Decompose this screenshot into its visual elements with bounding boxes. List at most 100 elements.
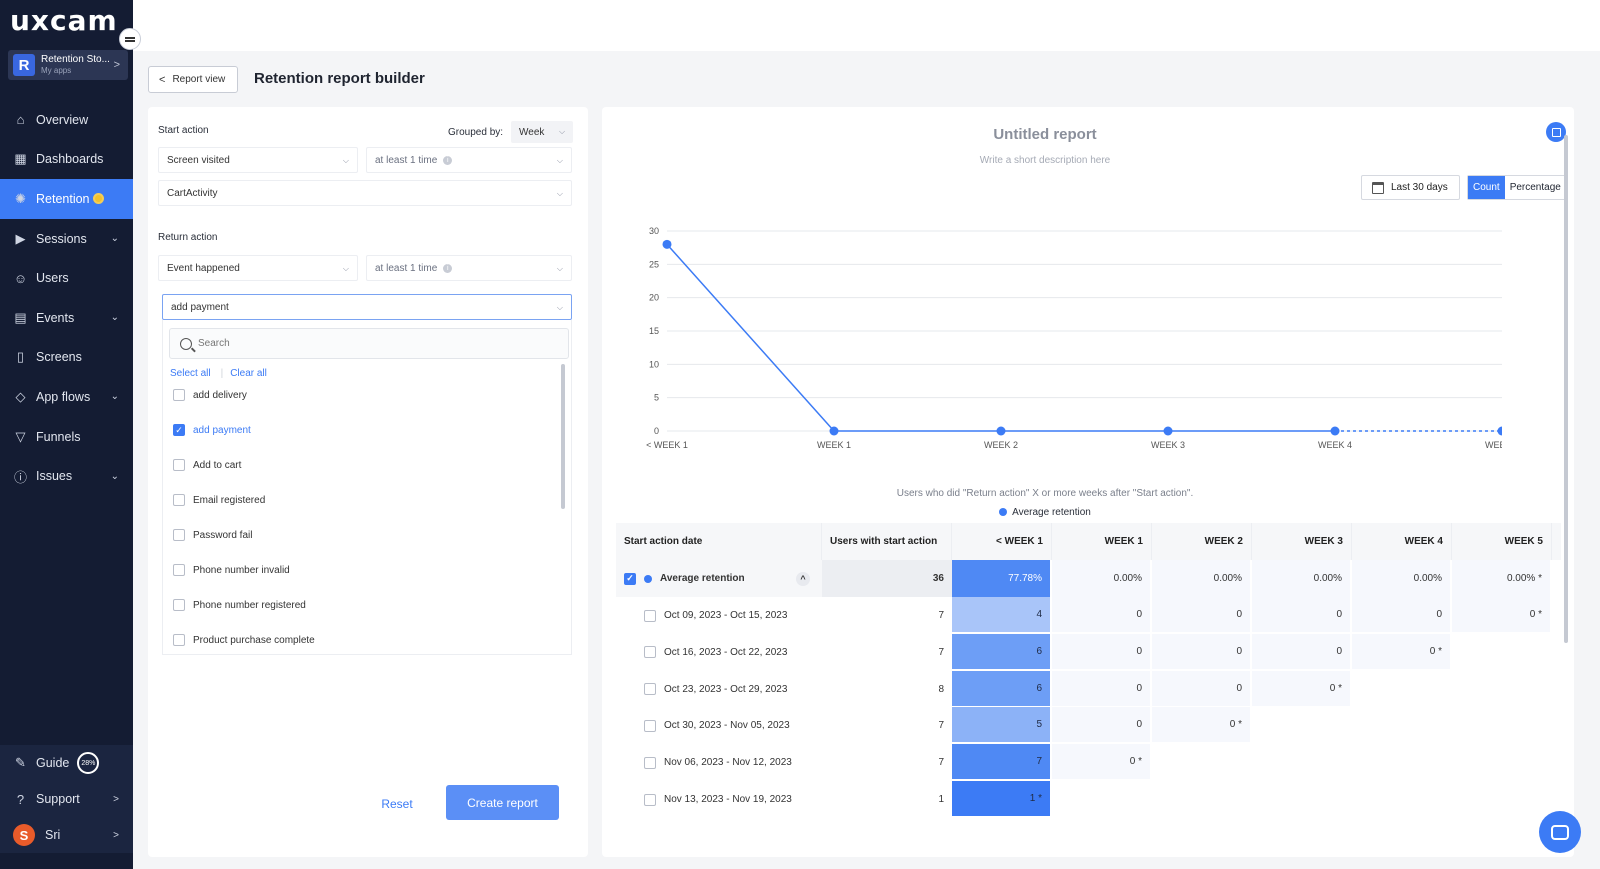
return-action-frequency-select[interactable]: at least 1 time i ⌵ [366,255,572,281]
retention-cell[interactable]: 0 [1252,633,1350,669]
checkbox[interactable] [173,564,185,576]
retention-cell[interactable]: 0 * [1452,597,1550,632]
info-icon[interactable]: i [443,155,453,165]
search-input[interactable] [198,338,498,349]
checkbox[interactable] [173,389,185,401]
checkbox[interactable] [644,609,656,622]
data-point[interactable] [1163,426,1173,436]
retention-cell[interactable]: 0 * [1252,670,1350,706]
retention-cell[interactable]: 0 * [1352,633,1450,669]
column-header[interactable]: WEEK 1 [1052,523,1152,560]
retention-cell[interactable]: 0.00% [1252,560,1350,597]
retention-cell[interactable]: 0.00% [1152,560,1250,597]
data-point[interactable] [662,239,672,249]
checkbox[interactable] [644,719,656,732]
sidebar-item-dashboards[interactable]: ▦ Dashboards [0,140,133,180]
retention-cell[interactable]: 0 [1352,597,1450,632]
retention-cell[interactable]: 0 * [1052,744,1150,780]
retention-cell[interactable]: 0 * [1152,707,1250,743]
retention-cell[interactable]: 0 [1052,597,1150,632]
sidebar-item-screens[interactable]: ▯ Screens [0,338,133,378]
chevron-up-icon[interactable]: ^ [796,572,810,586]
date-range-button[interactable]: Last 30 days [1361,175,1460,200]
checkbox[interactable] [644,756,656,769]
fullscreen-button[interactable] [1546,122,1566,142]
retention-cell[interactable]: 0 [1152,597,1250,632]
data-point[interactable] [1330,426,1340,436]
option-product-purchase-complete[interactable]: Product purchase complete [173,634,315,646]
sidebar-item-guide[interactable]: ✎ Guide 28% [0,745,133,781]
retention-cell[interactable]: 0 [1052,633,1150,669]
sidebar-item-support[interactable]: ? Support > [0,781,133,817]
option-add-payment[interactable]: ✓ add payment [173,424,251,436]
app-switcher[interactable]: R Retention Sto... My apps > [8,50,128,80]
checkbox[interactable] [644,683,656,696]
checkbox[interactable] [173,529,185,541]
retention-cell[interactable]: 0 [1152,670,1250,706]
column-header[interactable]: < WEEK 1 [952,523,1052,560]
option-add-to-cart[interactable]: Add to cart [173,459,241,471]
retention-cell[interactable]: 0.00% [1352,560,1450,597]
retention-cell[interactable]: 6 [952,633,1050,669]
retention-cell[interactable]: 0 [1052,670,1150,706]
data-point[interactable] [996,426,1006,436]
retention-cell[interactable]: 5 [952,707,1050,743]
sidebar-item-user[interactable]: S Sri > [0,817,133,853]
sidebar-item-app-flows[interactable]: ◇ App flows ⌄ [0,377,133,417]
column-header[interactable]: WEEK 3 [1252,523,1352,560]
sidebar-item-users[interactable]: ☺ Users [0,258,133,298]
column-header[interactable]: WEEK 5 [1452,523,1552,560]
dropdown-scrollbar[interactable] [561,364,565,509]
option-phone-number-invalid[interactable]: Phone number invalid [173,564,290,576]
checkbox[interactable] [173,494,185,506]
data-point[interactable] [829,426,839,436]
checkbox[interactable] [173,599,185,611]
report-title[interactable]: Untitled report [602,126,1488,143]
checkbox[interactable]: ✓ [624,572,636,585]
report-description[interactable]: Write a short description here [602,155,1488,166]
reset-button[interactable]: Reset [362,787,432,821]
select-all-link[interactable]: Select all [170,368,211,379]
column-header[interactable]: WEEK 2 [1152,523,1252,560]
return-action-value-select[interactable]: add payment ⌵ [162,294,572,320]
grouped-by-select[interactable]: Week ⌵ [511,121,574,143]
column-header[interactable]: WEEK 4 [1352,523,1452,560]
retention-cell[interactable]: 6 [952,670,1050,706]
toggle-count[interactable]: Count [1468,176,1505,199]
sidebar-item-sessions[interactable]: ▶ Sessions ⌄ [0,219,133,259]
sidebar-item-retention[interactable]: ✺ Retention [0,179,133,219]
checkbox[interactable] [173,459,185,471]
start-action-frequency-select[interactable]: at least 1 time i ⌵ [366,147,572,173]
retention-cell[interactable]: 0.00% [1052,560,1150,597]
option-email-registered[interactable]: Email registered [173,494,265,506]
chat-button[interactable] [1539,811,1581,853]
checkbox[interactable]: ✓ [173,424,185,436]
checkbox[interactable] [173,634,185,646]
retention-cell[interactable]: 0 [1152,633,1250,669]
return-action-type-select[interactable]: Event happened ⌵ [158,255,358,281]
retention-cell[interactable]: 0 [1052,707,1150,743]
retention-cell[interactable]: 4 [952,597,1050,632]
toggle-percentage[interactable]: Percentage [1505,176,1566,199]
option-password-fail[interactable]: Password fail [173,529,252,541]
uxcam-logo[interactable]: uxcam [10,4,118,37]
start-action-type-select[interactable]: Screen visited ⌵ [158,147,358,173]
retention-cell[interactable]: 7 [952,744,1050,780]
checkbox[interactable] [644,793,656,806]
column-header[interactable]: Start action date [616,523,822,560]
retention-cell[interactable]: 0.00% * [1452,560,1550,597]
option-add-delivery[interactable]: add delivery [173,389,247,401]
data-point[interactable] [1497,426,1503,436]
sidebar-item-events[interactable]: ▤ Events ⌄ [0,298,133,338]
sidebar-item-overview[interactable]: ⌂ Overview [0,100,133,140]
start-action-value-select[interactable]: CartActivity ⌵ [158,180,572,206]
report-view-button[interactable]: < Report view [148,66,238,93]
info-icon[interactable]: i [443,263,453,273]
collapse-sidebar-button[interactable] [119,28,141,50]
sidebar-item-issues[interactable]: ⓘ Issues ⌄ [0,456,133,496]
option-phone-number-registered[interactable]: Phone number registered [173,599,306,611]
create-report-button[interactable]: Create report [446,785,559,820]
report-scrollbar[interactable] [1564,135,1568,643]
retention-cell[interactable]: 1 * [952,781,1050,816]
retention-cell[interactable]: 0 [1252,597,1350,632]
